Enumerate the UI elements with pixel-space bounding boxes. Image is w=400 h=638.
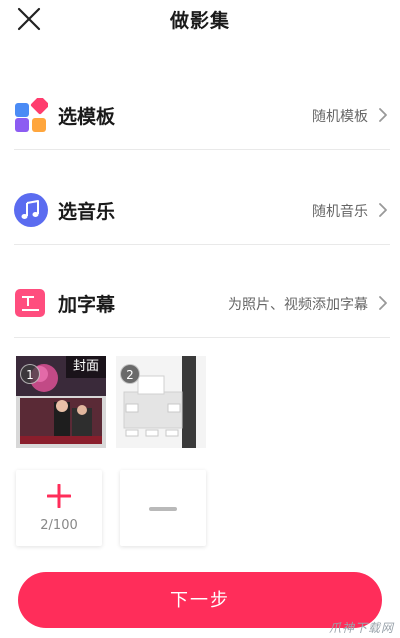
add-photo-button[interactable]: 2/100 [16, 470, 102, 546]
photo-thumbnail[interactable]: 1 封面 [16, 356, 106, 448]
minus-icon [149, 507, 177, 511]
chevron-right-icon [379, 108, 387, 122]
thumbnail-index: 1 [20, 364, 40, 384]
photo-count: 2/100 [40, 518, 78, 533]
row-label: 选音乐 [58, 201, 116, 223]
header: 做影集 [0, 0, 400, 44]
plus-icon [47, 484, 71, 508]
row-label: 加字幕 [58, 294, 116, 316]
row-select-template[interactable]: 选模板 随机模板 [14, 80, 390, 150]
photo-thumbnail[interactable]: 2 [116, 356, 206, 448]
cover-badge: 封面 [66, 356, 106, 378]
row-value: 随机模板 [312, 109, 368, 125]
thumbnail-index: 2 [120, 364, 140, 384]
music-note-icon [14, 193, 48, 227]
row-add-subtitle[interactable]: 加字幕 为照片、视频添加字幕 [14, 268, 390, 338]
row-value: 随机音乐 [312, 204, 368, 220]
next-step-button[interactable]: 下一步 [18, 572, 382, 628]
row-value: 为照片、视频添加字幕 [228, 297, 368, 313]
template-grid-icon [15, 98, 48, 132]
chevron-right-icon [379, 296, 387, 310]
subtitle-icon [15, 289, 45, 317]
chevron-right-icon [379, 203, 387, 217]
remove-photo-button[interactable] [120, 470, 206, 546]
row-select-music[interactable]: 选音乐 随机音乐 [14, 175, 390, 245]
watermark: 爪神下载网 [328, 621, 394, 635]
page-title: 做影集 [169, 10, 230, 32]
row-label: 选模板 [58, 106, 116, 128]
